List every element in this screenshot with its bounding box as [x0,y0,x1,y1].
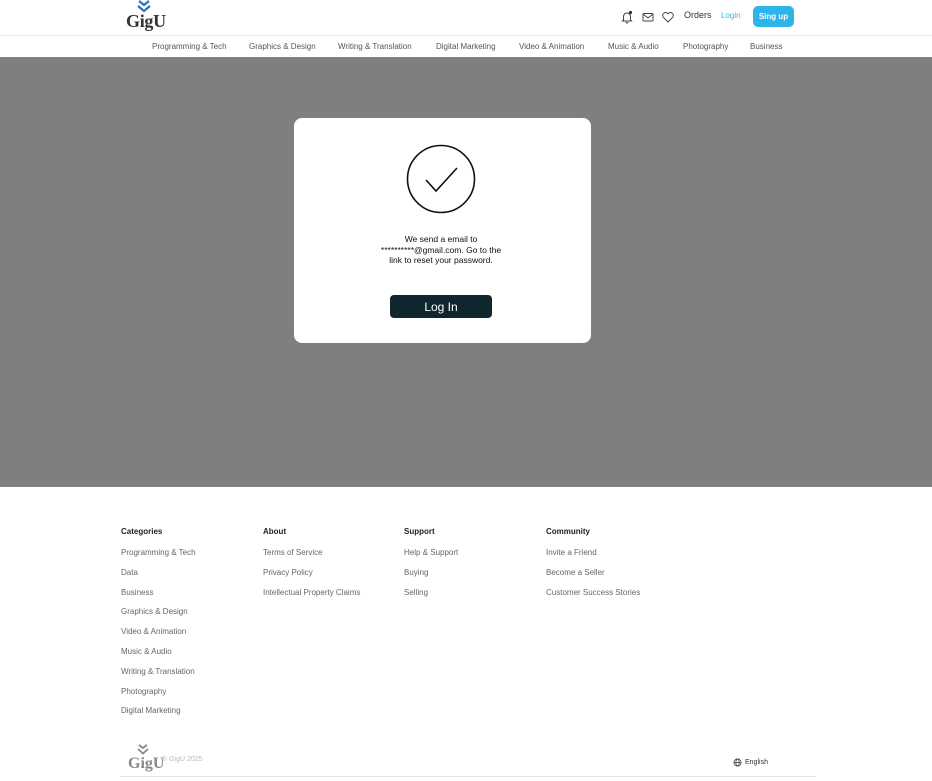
footer-link[interactable]: Photography [121,687,196,707]
message-line: **********@gmail.com. Go to the [380,244,502,255]
log-in-button[interactable]: Log In [390,295,492,318]
footer-logo-wordmark: GigU [128,755,165,772]
footer-link[interactable]: Invite a Friend [546,548,640,568]
globe-icon [733,758,742,767]
category-nav-item[interactable]: Photography [683,42,728,51]
footer-link[interactable]: Writing & Translation [121,667,196,687]
category-nav-item[interactable]: Digital Marketing [436,42,496,51]
footer-link[interactable]: Selling [404,588,458,608]
footer-link[interactable]: Graphics & Design [121,607,196,627]
heart-icon[interactable] [661,10,675,24]
bell-icon[interactable] [620,10,634,24]
footer-column-title: About [263,527,287,536]
footer-link[interactable]: Customer Success Stories [546,588,640,608]
category-nav-item[interactable]: Graphics & Design [249,42,316,51]
footer-link[interactable]: Buying [404,568,458,588]
footer-link[interactable]: Music & Audio [121,647,196,667]
language-selector[interactable]: English [733,758,768,767]
footer-link[interactable]: Digital Marketing [121,706,196,726]
logo[interactable]: GigU [126,0,166,34]
footer-link[interactable]: Business [121,588,196,608]
footer-divider [120,776,816,777]
footer-column-title: Support [404,527,435,536]
footer-column-support: Support Help & Support Buying Selling [404,527,458,607]
footer-column-community: Community Invite a Friend Become a Selle… [546,527,640,607]
footer-link[interactable]: Terms of Service [263,548,360,568]
footer-link[interactable]: Privacy Policy [263,568,360,588]
footer-link[interactable]: Data [121,568,196,588]
signup-button[interactable]: Sing up [753,6,794,27]
footer-column-categories: Categories Programming & Tech Data Busin… [121,527,196,726]
category-nav: Programming & Tech Graphics & Design Wri… [0,37,932,57]
confirmation-message: We send a email to **********@gmail.com.… [364,234,518,266]
category-nav-item[interactable]: Video & Animation [519,42,584,51]
footer-link[interactable]: Help & Support [404,548,458,568]
reset-email-sent-modal: We send a email to **********@gmail.com.… [294,118,591,343]
footer-link[interactable]: Video & Animation [121,627,196,647]
orders-link[interactable]: Orders [684,10,712,20]
message-line: We send a email to [404,234,478,244]
language-label: English [745,759,768,766]
footer-link[interactable]: Programming & Tech [121,548,196,568]
footer-column-about: About Terms of Service Privacy Policy In… [263,527,360,607]
check-circle-icon [406,144,476,214]
message-line: link to reset your password. [389,255,493,265]
login-link[interactable]: Login [721,11,741,20]
footer: Categories Programming & Tech Data Busin… [0,487,932,781]
footer-column-title: Categories [121,527,163,536]
mail-icon[interactable] [641,10,655,24]
category-nav-item[interactable]: Writing & Translation [338,42,412,51]
top-header: GigU Orders Login Sing up [0,0,932,36]
footer-logo[interactable]: GigU [128,744,165,774]
logo-wordmark: GigU [126,11,166,31]
category-nav-item[interactable]: Programming & Tech [152,42,227,51]
footer-link[interactable]: Become a Seller [546,568,640,588]
category-nav-item[interactable]: Music & Audio [608,42,659,51]
footer-column-title: Community [546,527,590,536]
category-nav-item[interactable]: Business [750,42,782,51]
copyright-text: © GigU 2025 [162,756,203,763]
footer-link[interactable]: Intellectual Property Claims [263,588,360,608]
